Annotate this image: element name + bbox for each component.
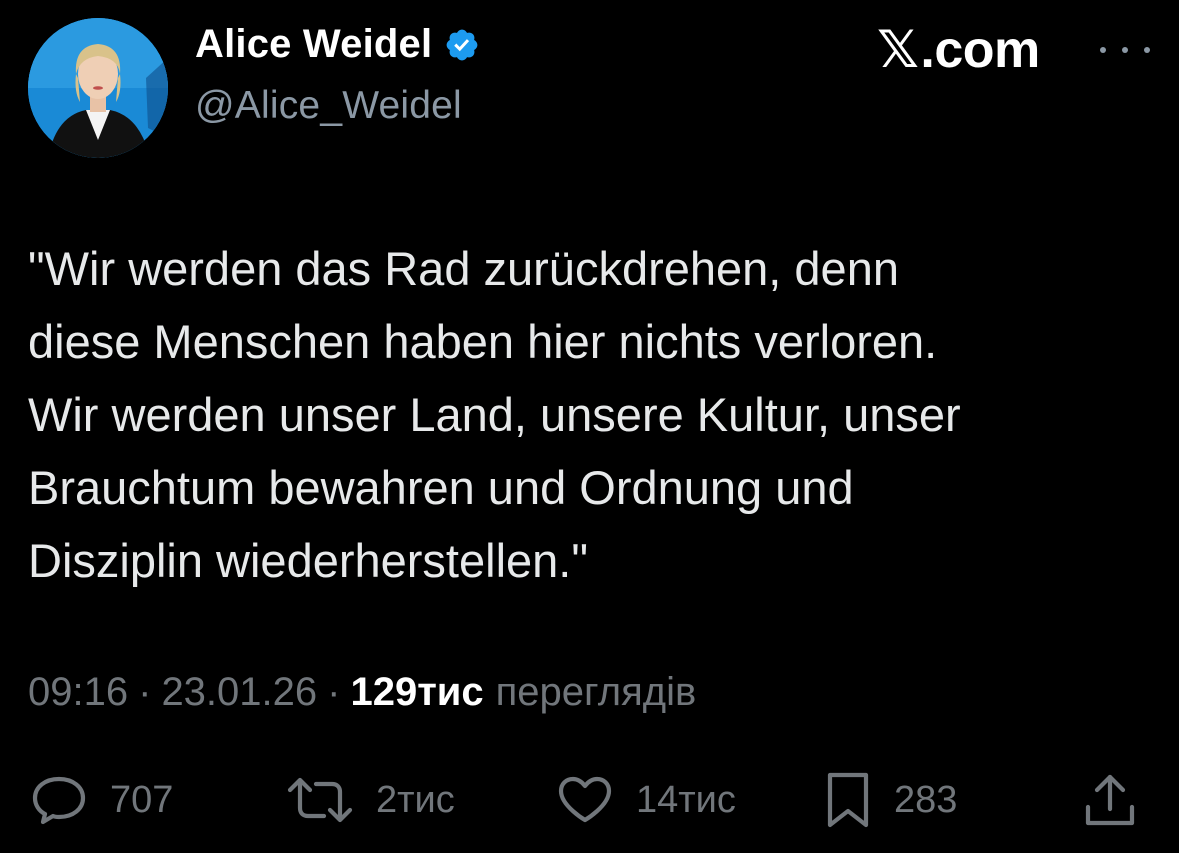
author-name-text[interactable]: Alice Weidel: [195, 22, 432, 67]
repost-icon: [287, 777, 353, 823]
like-button[interactable]: 14тис: [556, 770, 736, 830]
reply-button[interactable]: 707: [30, 770, 173, 830]
repost-count: 2тис: [376, 778, 455, 821]
bookmark-button[interactable]: 283: [824, 770, 957, 830]
reply-count: 707: [110, 778, 174, 821]
share-icon: [1085, 774, 1135, 826]
like-count: 14тис: [636, 778, 736, 821]
author-name[interactable]: Alice Weidel: [195, 22, 480, 67]
tweet-card: Alice Weidel @Alice_Weidel 𝕏 .com "Wir w…: [0, 0, 1179, 853]
like-icon: [558, 776, 612, 823]
verified-badge-icon: [446, 29, 478, 60]
x-logo-icon: 𝕏: [877, 20, 919, 80]
avatar[interactable]: [28, 18, 168, 158]
tweet-time[interactable]: 09:16: [28, 670, 128, 715]
more-options-button[interactable]: [1100, 30, 1150, 70]
x-logo: 𝕏 .com: [877, 20, 1040, 80]
tweet-text: "Wir werden das Rad zurückdrehen, denn d…: [28, 242, 961, 587]
tweet-date[interactable]: 23.01.26: [161, 670, 317, 715]
views-label: переглядів: [495, 670, 697, 714]
more-icon-dot: [1122, 47, 1128, 53]
more-icon-dot: [1144, 47, 1150, 53]
more-icon-dot: [1100, 47, 1106, 53]
bookmark-count: 283: [894, 778, 958, 821]
views-count[interactable]: 129тис: [350, 670, 483, 715]
reply-icon: [32, 776, 86, 825]
share-button[interactable]: [1082, 770, 1138, 830]
tweet-meta: 09:16 · 23.01.26 · 129тис переглядів: [28, 670, 696, 715]
x-logo-suffix: .com: [920, 21, 1040, 79]
meta-separator: ·: [327, 670, 341, 714]
bookmark-icon: [827, 772, 869, 828]
meta-separator: ·: [138, 670, 152, 714]
action-bar: 707 2тис 14тис 283: [0, 770, 1179, 830]
repost-button[interactable]: 2тис: [286, 770, 455, 830]
avatar-image: [28, 18, 168, 158]
author-handle[interactable]: @Alice_Weidel: [195, 84, 462, 128]
